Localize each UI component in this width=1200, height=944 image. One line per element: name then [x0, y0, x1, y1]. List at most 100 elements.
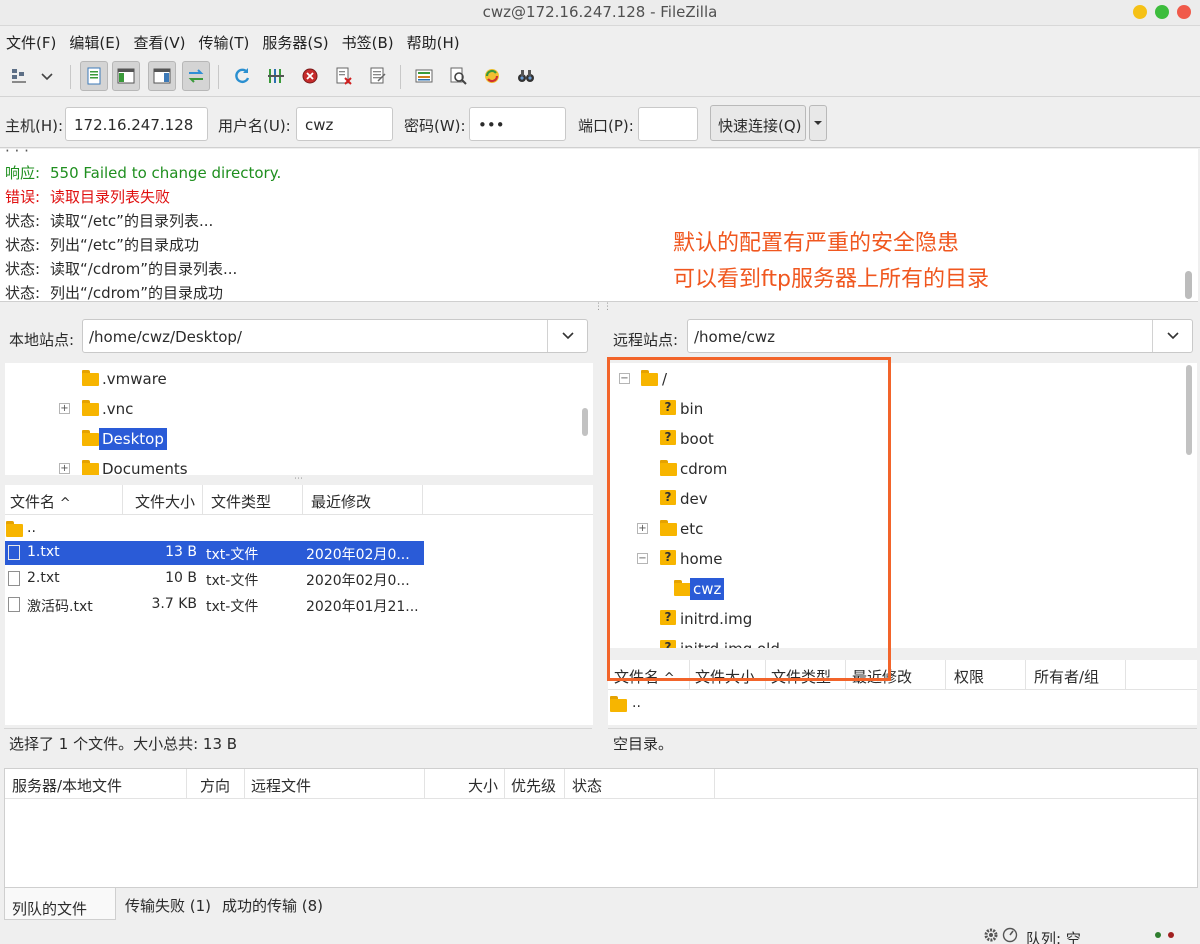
local-file-list: .. 1.txt 13 B txt-文件 2020年02月0... 2.txt … [5, 515, 593, 725]
table-row[interactable]: 2.txt 10 B txt-文件 2020年02月0... [5, 567, 424, 591]
column-direction[interactable]: 方向 [187, 769, 245, 799]
column-filesize[interactable]: 文件大小 [123, 485, 203, 515]
host-input[interactable]: 172.16.247.128 [65, 107, 208, 141]
local-tree-scrollbar[interactable] [582, 408, 588, 436]
menu-help[interactable]: 帮助(H) [401, 26, 467, 56]
column-size[interactable]: 大小 [425, 769, 505, 799]
column-filename[interactable]: 文件名 ^ [5, 485, 123, 515]
table-row[interactable]: 1.txt 13 B txt-文件 2020年02月0... [5, 541, 424, 565]
directory-listing-filters-icon[interactable] [410, 61, 438, 91]
maximize-button[interactable] [1155, 5, 1169, 19]
menu-view[interactable]: 查看(V) [128, 26, 193, 56]
chevron-down-icon [562, 332, 574, 340]
title-bar: cwz@172.16.247.128 - FileZilla [0, 0, 1200, 26]
tree-node[interactable]: + .vnc [5, 394, 575, 422]
column-owner-group[interactable]: 所有者/组 [1026, 660, 1126, 690]
table-row[interactable]: .. [608, 692, 1188, 716]
tab-failed-transfers[interactable]: 传输失败 (1) [125, 888, 211, 920]
log-line: 状态: 列出“/etc”的目录成功 [5, 234, 199, 255]
queue-status: 队列: 空 [1026, 930, 1081, 944]
download-indicator [1168, 932, 1174, 938]
log-text: 读取“/cdrom”的目录列表... [50, 260, 238, 278]
column-priority[interactable]: 优先级 [505, 769, 565, 799]
tree-node[interactable]: Desktop [5, 424, 575, 452]
tree-node[interactable]: + Documents [5, 454, 575, 475]
menu-file[interactable]: 文件(F) [0, 26, 63, 56]
password-input[interactable]: ••• [469, 107, 566, 141]
tree-node[interactable]: .vmware [5, 364, 575, 392]
log-text: 读取“/etc”的目录列表... [50, 212, 214, 230]
local-list-header: 文件名 ^ 文件大小 文件类型 最近修改 [5, 485, 593, 515]
toggle-remote-tree-icon[interactable] [148, 61, 176, 91]
site-manager-icon[interactable] [6, 61, 34, 91]
disconnect-icon[interactable] [330, 61, 358, 91]
username-input[interactable]: cwz [296, 107, 393, 141]
binoculars-icon[interactable] [512, 61, 540, 91]
message-log: · · · 响应: 550 Failed to change directory.… [0, 149, 1198, 302]
quickconnect-history-button[interactable] [809, 105, 827, 141]
queue-header: 服务器/本地文件 方向 远程文件 大小 优先级 状态 [5, 769, 1197, 799]
expand-icon[interactable]: + [59, 403, 70, 414]
local-path-combo[interactable]: /home/cwz/Desktop/ [82, 319, 588, 353]
remote-path-combo[interactable]: /home/cwz [687, 319, 1193, 353]
transfer-queue: 服务器/本地文件 方向 远程文件 大小 优先级 状态 [4, 768, 1198, 888]
folder-icon [82, 400, 99, 416]
quickconnect-bar: 主机(H): 172.16.247.128 用户名(U): cwz 密码(W):… [0, 98, 1200, 148]
column-remote-file[interactable]: 远程文件 [245, 769, 425, 799]
column-label: 文件名 [10, 493, 56, 511]
log-scrollbar[interactable] [1185, 271, 1192, 299]
log-label: 状态: [5, 260, 41, 278]
remote-path-dropdown[interactable] [1152, 320, 1192, 352]
close-button[interactable] [1177, 5, 1191, 19]
toggle-transfer-queue-icon[interactable] [182, 61, 210, 91]
column-status[interactable]: 状态 [565, 769, 715, 799]
local-directory-tree: .vmware + .vnc Desktop + Documents [5, 363, 593, 475]
local-splitter[interactable]: ⋯ [294, 475, 303, 484]
tree-node-label: .vnc [102, 400, 134, 418]
file-type: txt-文件 [206, 599, 259, 615]
minimize-button[interactable] [1133, 5, 1147, 19]
file-icon [8, 545, 20, 560]
column-modified[interactable]: 最近修改 [303, 485, 423, 515]
column-server-local-file[interactable]: 服务器/本地文件 [5, 769, 187, 799]
tab-successful-transfers[interactable]: 成功的传输 (8) [222, 888, 323, 920]
menu-bookmarks[interactable]: 书签(B) [336, 26, 401, 56]
file-modified: 2020年01月21... [306, 599, 419, 615]
speed-limit-icon[interactable] [1002, 927, 1018, 943]
file-name: 激活码.txt [27, 599, 93, 615]
menu-edit[interactable]: 编辑(E) [63, 26, 127, 56]
file-modified: 2020年02月0... [306, 547, 410, 563]
file-name: 2.txt [27, 570, 60, 586]
remote-tree-scrollbar[interactable] [1186, 365, 1192, 455]
process-queue-icon[interactable] [262, 61, 290, 91]
gear-icon[interactable] [983, 927, 999, 943]
folder-icon [82, 370, 99, 386]
table-row[interactable]: 激活码.txt 3.7 KB txt-文件 2020年01月21... [5, 593, 424, 617]
tree-node-label: .vmware [102, 370, 167, 388]
table-row[interactable]: .. [5, 517, 424, 541]
menu-transfer[interactable]: 传输(T) [193, 26, 257, 56]
refresh-icon[interactable] [228, 61, 256, 91]
menu-server[interactable]: 服务器(S) [256, 26, 335, 56]
toggle-local-tree-icon[interactable] [112, 61, 140, 91]
local-path-dropdown[interactable] [547, 320, 587, 352]
port-label: 端口(P): [578, 117, 634, 135]
quickconnect-button[interactable]: 快速连接(Q) [710, 105, 806, 141]
column-permissions[interactable]: 权限 [946, 660, 1026, 690]
log-line: 状态: 读取“/cdrom”的目录列表... [5, 258, 237, 279]
reconnect-icon[interactable] [364, 61, 392, 91]
log-text: 读取目录列表失败 [50, 188, 171, 206]
chevron-down-icon[interactable] [34, 61, 60, 91]
column-filetype[interactable]: 文件类型 [203, 485, 303, 515]
folder-icon [82, 460, 99, 475]
search-remote-files-icon[interactable] [444, 61, 472, 91]
toggle-message-log-icon[interactable] [80, 61, 108, 91]
expand-icon[interactable]: + [59, 463, 70, 474]
queue-tabs: 列队的文件 传输失败 (1) 成功的传输 (8) [0, 888, 1200, 920]
port-input[interactable] [638, 107, 698, 141]
upload-indicator [1155, 932, 1161, 938]
tab-queued-files[interactable]: 列队的文件 [4, 888, 116, 920]
synchronized-browsing-icon[interactable] [478, 61, 506, 91]
cancel-icon[interactable] [296, 61, 324, 91]
log-label: 错误: [5, 188, 41, 206]
